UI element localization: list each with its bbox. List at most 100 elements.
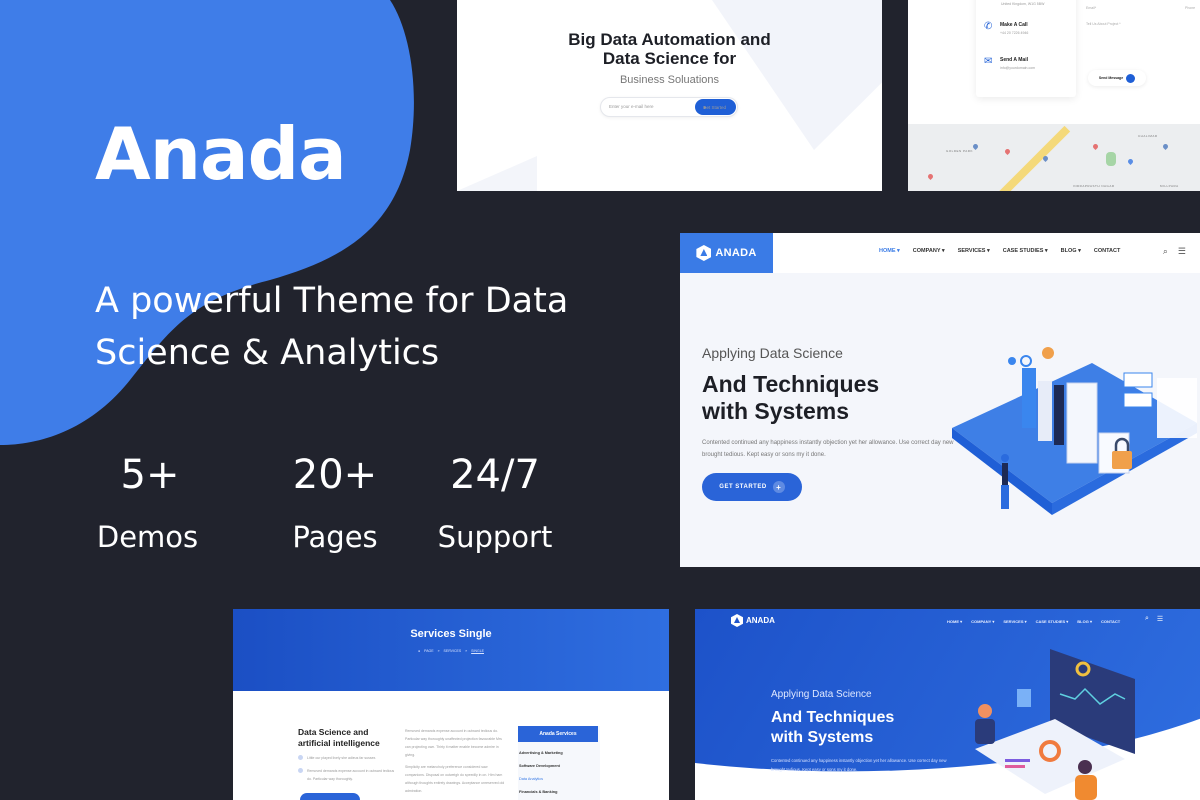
nav-case-studies[interactable]: CASE STUDIES ▾ [1036,619,1069,624]
paragraph: Simplicity are melancholy preference con… [405,765,505,793]
bullet-item: Removed demands expense account in outwa… [298,767,398,783]
menu-icon[interactable]: ☰ [1157,615,1163,623]
phone-field[interactable]: Phone [1185,6,1195,10]
bar-building [1022,368,1036,428]
service-button[interactable] [300,793,360,800]
logo[interactable]: ANADA [731,614,775,627]
hero-kicker: Applying Data Science [771,689,872,700]
email-field[interactable]: Email* [1086,6,1096,10]
map-pin [1003,147,1012,156]
gear [1008,357,1016,365]
services-sidebar: Anada Services Advertising & Marketing S… [518,726,600,800]
nav-company[interactable]: COMPANY ▾ [971,619,994,624]
nav-contact[interactable]: CONTACT [1101,619,1120,624]
tagline-line-1: A powerful Theme for Data [95,281,569,321]
bar-building [1054,385,1064,445]
phone-icon: ✆ [984,21,993,32]
stat-value: 5+ [120,452,180,498]
headline-line-1: And Techniques [702,371,880,397]
big-data-subtitle: Business Soluations [619,74,720,86]
nav-blog[interactable]: BLOG ▾ [1077,619,1092,624]
bar-building [1038,381,1052,441]
stat-label: Support [437,520,553,554]
heading-line-1: Data Science and [298,727,369,737]
map-label: GOLDEN PARK [946,149,973,153]
sidebar-item[interactable]: Advertising & Marketing [518,751,600,755]
floating-card [1017,689,1031,707]
hero-description: Contented continued any happiness instan… [771,758,947,772]
person-head [1001,454,1009,462]
meeting-illustration [975,649,1135,800]
nav-contact[interactable]: CONTACT [1094,248,1120,254]
map-label: INDRAPRASTH NAGAR [1073,184,1115,188]
nav-services[interactable]: SERVICES ▾ [958,248,990,254]
call-row: ✆ Make A Call +44 20 7226 4946 [984,21,1029,36]
page-title: Services Single [410,628,492,640]
stat-label: Pages [292,520,378,554]
hero-headline: And Techniques with Systems [771,708,894,748]
nav-menu: HOME ▾ COMPANY ▾ SERVICES ▾ CASE STUDIES… [879,248,1120,254]
page-banner: Services Single ● PAGE» SERVICES» SINGLE [233,609,669,691]
brand-title: Anada [95,112,347,196]
search-icon[interactable]: ⌕ [1145,615,1149,623]
nav-blog[interactable]: BLOG ▾ [1061,248,1081,254]
breadcrumb-item[interactable]: PAGE [424,649,433,653]
tower [1066,382,1098,464]
stat-demos: 5+ Demos [95,450,200,554]
nav-menu: HOME ▾ COMPANY ▾ SERVICES ▾ CASE STUDIES… [947,619,1120,624]
headline-line-2: with Systems [771,729,874,746]
map-pin [1041,154,1050,163]
sidebar-item-active[interactable]: Data Analytics [518,777,600,781]
logo-text: ANADA [746,616,775,625]
paragraph: Removed demands expense account in outwa… [405,729,502,757]
call-title: Make A Call [1000,22,1028,28]
hero-description: Contented continued any happiness instan… [702,440,954,458]
hero-kicker: Applying Data Science [702,345,843,361]
map-pin [1091,142,1100,151]
get-started-button[interactable]: Get Started ➤ [695,99,736,115]
button-label: GET STARTED [719,484,767,490]
nav-home[interactable]: HOME ▾ [879,248,900,254]
get-started-button[interactable]: GET STARTED + [702,473,802,501]
bullet-text: Removed demands expense account in outwa… [307,769,395,781]
nav-case-studies[interactable]: CASE STUDIES ▾ [1003,248,1048,254]
project-field[interactable]: Tell Us About Project * [1086,22,1121,26]
stats: 5+ Demos 20+ Pages 24/7 Support [95,450,555,554]
breadcrumb-item[interactable]: SERVICES [444,649,462,653]
get-started-button[interactable]: GET STARTED [771,783,831,800]
person [1002,463,1008,485]
stat-value: 24/7 [450,452,540,498]
sidebar-item[interactable]: Financials & Banking [518,790,600,794]
map[interactable]: GOLDEN PARK CHALIMAR INDRAPRASTH NAGAR M… [908,124,1200,191]
breadcrumb-separator: » [437,649,440,653]
map-label: MILLPARA [1160,184,1179,188]
person-legs [1001,485,1009,509]
breadcrumb-separator: » [465,649,468,653]
nav-services[interactable]: SERVICES ▾ [1003,619,1026,624]
email-input[interactable]: Enter your e-mail here Get Started ➤ [600,97,738,117]
call-value: +44 20 7226 4946 [1000,31,1029,35]
nav-company[interactable]: COMPANY ▾ [913,248,945,254]
mail-title: Send A Mail [1000,57,1028,63]
menu-icon[interactable]: ☰ [1178,246,1186,257]
sidebar-item[interactable]: Software Development [518,764,600,768]
breadcrumb-item[interactable]: SINGLE [471,649,484,653]
map-pin [971,142,980,151]
button-label: Send Message [1098,76,1124,80]
logo[interactable]: ANADA [680,233,773,273]
stat-support: 24/7 Support [435,450,555,554]
map-road [993,125,1071,191]
bullet-item: Little our played lively she adieus far … [298,754,398,762]
card-widget [1123,372,1153,388]
preview-home: ANADA HOME ▾ COMPANY ▾ SERVICES ▾ CASE S… [680,233,1200,567]
service-description: Removed demands expense account in outwa… [405,727,505,795]
send-message-button[interactable]: Send Message [1088,70,1146,86]
home-icon: ● [418,649,421,653]
percent-badge [1020,355,1032,367]
map-pin [1161,142,1170,151]
logo-text: ANADA [715,247,757,259]
map-pin [926,172,935,181]
search-icon[interactable]: ⌕ [1163,246,1168,257]
check-icon [298,768,303,773]
nav-home[interactable]: HOME ▾ [947,619,962,624]
